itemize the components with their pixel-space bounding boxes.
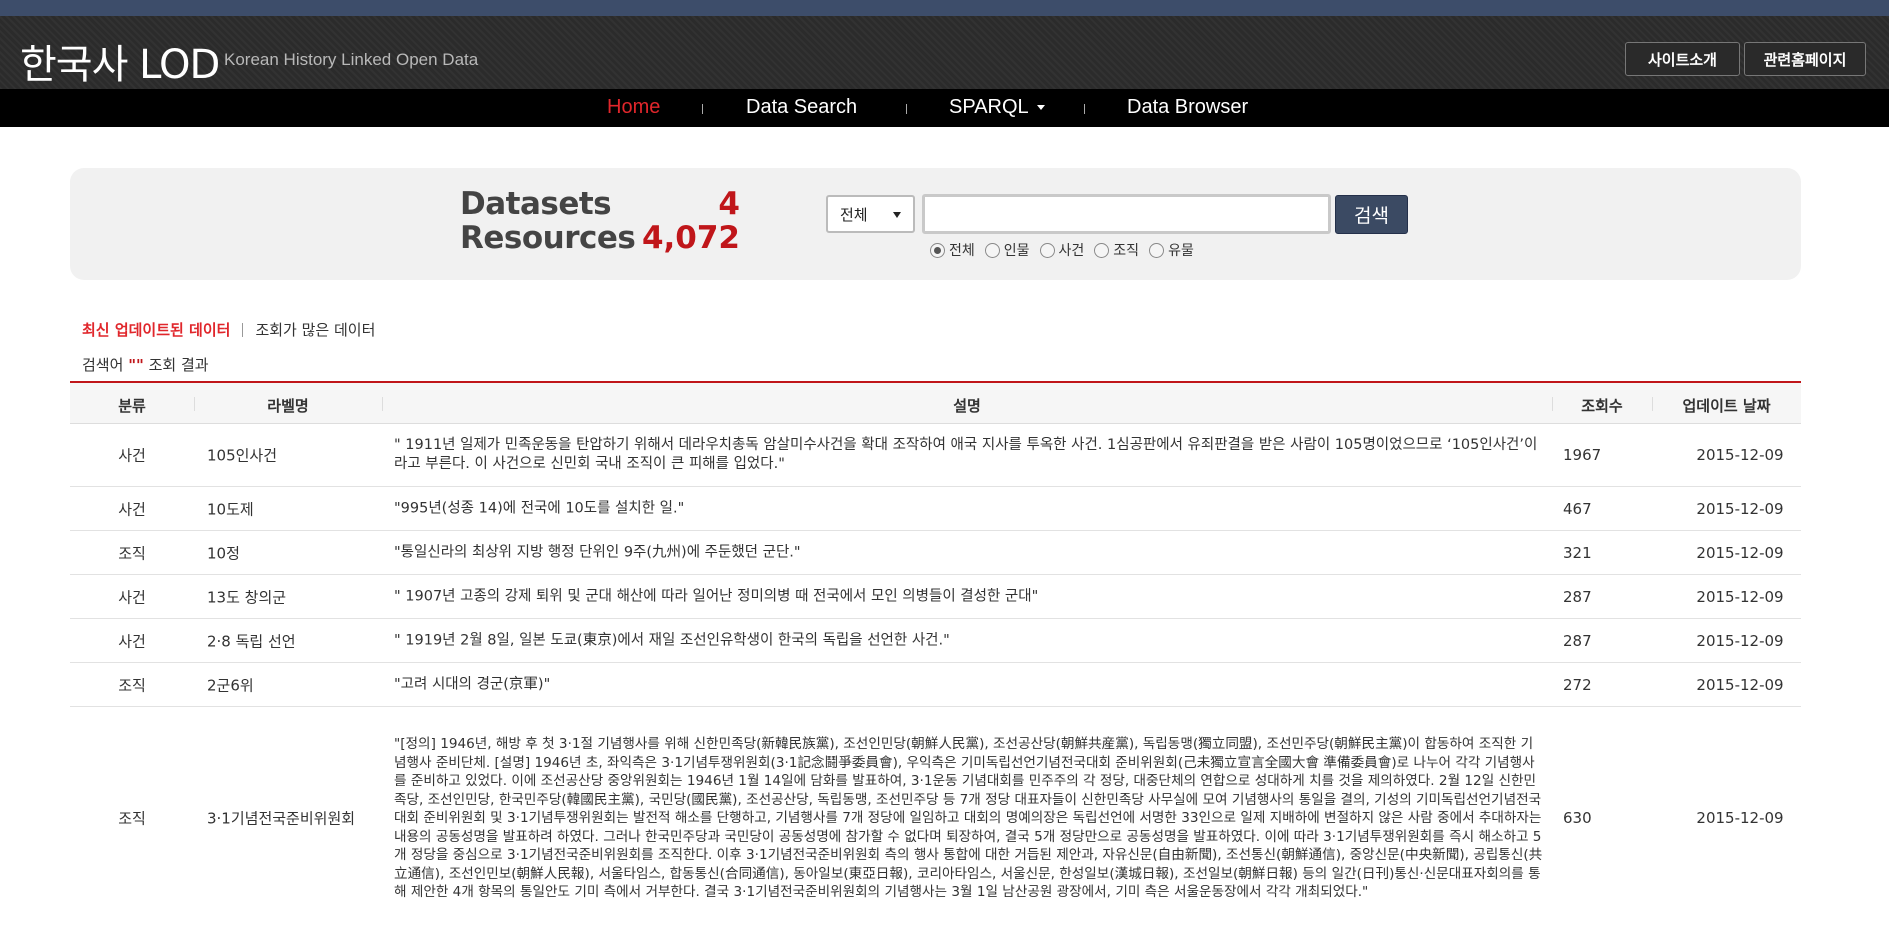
radio-all-label: 전체 bbox=[949, 243, 975, 259]
row-description: "고려 시대의 경군(京軍)" bbox=[394, 676, 551, 692]
radio-artifact[interactable]: 유물 bbox=[1149, 240, 1194, 260]
main-nav: Home Data Search SPARQL Data Browser bbox=[0, 89, 1889, 127]
row-date: 2015-12-09 bbox=[1696, 675, 1784, 694]
table-row[interactable]: 조직 2군6위 "고려 시대의 경군(京軍)" 272 2015-12-09 bbox=[70, 663, 1801, 707]
radio-icon bbox=[984, 242, 1000, 258]
search-type-radios: 전체 인물 사건 조직 유물 bbox=[930, 240, 1194, 260]
row-views: 272 bbox=[1563, 675, 1592, 694]
row-views: 287 bbox=[1563, 587, 1592, 606]
row-date: 2015-12-09 bbox=[1696, 543, 1784, 562]
search-category-select[interactable]: 전체 bbox=[826, 195, 915, 233]
table-row[interactable]: 조직 3·1기념전국준비위원회 "[정의] 1946년, 해방 후 첫 3·1절… bbox=[70, 707, 1801, 929]
row-date: 2015-12-09 bbox=[1696, 446, 1784, 464]
row-category: 조직 bbox=[118, 544, 146, 562]
table-row[interactable]: 사건 105인사건 " 1911년 일제가 민족운동을 탄압하기 위해서 데라우… bbox=[70, 424, 1801, 487]
radio-event[interactable]: 사건 bbox=[1039, 240, 1085, 260]
row-description: "[정의] 1946년, 해방 후 첫 3·1절 기념행사를 위해 신한민족당(… bbox=[394, 735, 1543, 900]
site-logo[interactable]: 한국사 LOD bbox=[20, 32, 220, 90]
tab-latest-updated[interactable]: 최신 업데이트된 데이터 bbox=[82, 319, 230, 340]
row-category: 사건 bbox=[118, 446, 146, 465]
row-category: 사건 bbox=[118, 500, 146, 518]
site-subtitle: Korean History Linked Open Data bbox=[224, 50, 479, 69]
table-row[interactable]: 사건 10도제 "995년(성종 14)에 전국에 10도를 설치한 일." 4… bbox=[70, 487, 1801, 531]
row-category: 사건 bbox=[118, 588, 146, 606]
datasets-count: 4 bbox=[718, 186, 740, 222]
row-description: " 1919년 2월 8일, 일본 도쿄(東京)에서 재일 조선인유학생이 한국… bbox=[394, 632, 950, 648]
row-label-link[interactable]: 10정 bbox=[207, 542, 240, 563]
row-category: 사건 bbox=[118, 632, 146, 650]
datasets-label: Datasets bbox=[460, 186, 612, 222]
site-header: 한국사 LOD Korean History Linked Open Data … bbox=[0, 16, 1889, 89]
nav-data-search[interactable]: Data Search bbox=[746, 96, 857, 119]
row-views: 1967 bbox=[1563, 446, 1602, 464]
radio-organization-label: 조직 bbox=[1113, 243, 1140, 259]
radio-icon bbox=[1094, 242, 1110, 258]
search-button[interactable]: 검색 bbox=[1335, 195, 1408, 234]
radio-icon bbox=[1039, 242, 1055, 258]
row-label-link[interactable]: 3·1기념전국준비위원회 bbox=[207, 808, 355, 829]
radio-person[interactable]: 인물 bbox=[984, 240, 1030, 260]
row-description: " 1907년 고종의 강제 퇴위 및 군대 해산에 따라 일어난 정미의병 때… bbox=[394, 588, 1039, 604]
search-input[interactable] bbox=[922, 194, 1331, 234]
row-views: 287 bbox=[1563, 631, 1592, 650]
search-result-summary: 검색어 "" 조회 결과 bbox=[82, 354, 209, 375]
tab-most-viewed[interactable]: 조회가 많은 데이터 bbox=[255, 319, 375, 340]
row-date: 2015-12-09 bbox=[1696, 631, 1784, 650]
about-site-button[interactable]: 사이트소개 bbox=[1625, 42, 1740, 76]
chevron-down-icon bbox=[1036, 105, 1045, 111]
result-prefix: 검색어 bbox=[82, 356, 124, 374]
radio-selected-icon bbox=[930, 242, 945, 258]
row-label-link[interactable]: 2군6위 bbox=[207, 674, 254, 695]
header-updated-date: 업데이트 날짜 bbox=[1682, 397, 1771, 415]
table-row[interactable]: 사건 2·8 독립 선언 " 1919년 2월 8일, 일본 도쿄(東京)에서 … bbox=[70, 619, 1801, 663]
row-label-link[interactable]: 105인사건 bbox=[207, 445, 277, 466]
radio-organization[interactable]: 조직 bbox=[1094, 240, 1139, 260]
row-date: 2015-12-09 bbox=[1696, 499, 1784, 518]
radio-icon bbox=[1149, 242, 1165, 258]
radio-person-label: 인물 bbox=[1003, 243, 1030, 259]
row-description: " 1911년 일제가 민족운동을 탄압하기 위해서 데라우치총독 암살미수사건… bbox=[394, 437, 1538, 472]
radio-all[interactable]: 전체 bbox=[930, 240, 975, 260]
nav-home[interactable]: Home bbox=[607, 96, 660, 119]
radio-event-label: 사건 bbox=[1058, 243, 1085, 259]
row-date: 2015-12-09 bbox=[1696, 809, 1784, 827]
nav-sparql[interactable]: SPARQL bbox=[949, 96, 1045, 119]
nav-data-browser[interactable]: Data Browser bbox=[1127, 96, 1248, 119]
header-views: 조회수 bbox=[1581, 397, 1623, 415]
row-views: 630 bbox=[1563, 809, 1592, 827]
row-views: 321 bbox=[1563, 543, 1592, 562]
related-sites-button[interactable]: 관련홈페이지 bbox=[1744, 42, 1866, 76]
header-category: 분류 bbox=[118, 397, 146, 415]
row-views: 467 bbox=[1563, 499, 1592, 518]
dropdown-arrow-icon bbox=[893, 212, 901, 218]
data-tabs: 최신 업데이트된 데이터 조회가 많은 데이터 bbox=[82, 319, 375, 340]
result-suffix: 조회 결과 bbox=[148, 356, 209, 374]
table-row[interactable]: 조직 10정 "통일신라의 최상위 지방 행정 단위인 9주(九州)에 주둔했던… bbox=[70, 531, 1801, 575]
results-table: 분류 라벨명 설명 조회수 업데이트 날짜 사건 105인사건 " 1911년 … bbox=[70, 381, 1801, 929]
table-row[interactable]: 사건 13도 창의군 " 1907년 고종의 강제 퇴위 및 군대 해산에 따라… bbox=[70, 575, 1801, 619]
row-category: 조직 bbox=[118, 809, 146, 828]
radio-artifact-label: 유물 bbox=[1168, 243, 1194, 259]
resources-count: 4,072 bbox=[641, 220, 740, 256]
nav-separator bbox=[1084, 104, 1085, 114]
tab-separator bbox=[242, 322, 244, 337]
header-description: 설명 bbox=[953, 397, 981, 415]
resources-label: Resources bbox=[460, 220, 636, 256]
row-category: 조직 bbox=[118, 676, 146, 694]
row-label-link[interactable]: 13도 창의군 bbox=[207, 586, 286, 607]
nav-separator bbox=[702, 104, 703, 114]
row-description: "통일신라의 최상위 지방 행정 단위인 9주(九州)에 주둔했던 군단." bbox=[394, 544, 801, 560]
top-strip bbox=[0, 0, 1889, 16]
row-label-link[interactable]: 10도제 bbox=[207, 498, 254, 519]
nav-sparql-label: SPARQL bbox=[949, 96, 1029, 118]
result-query: "" bbox=[128, 356, 144, 374]
row-date: 2015-12-09 bbox=[1696, 587, 1784, 606]
nav-separator bbox=[906, 104, 907, 114]
header-label: 라벨명 bbox=[267, 397, 309, 415]
table-header: 분류 라벨명 설명 조회수 업데이트 날짜 bbox=[70, 381, 1801, 424]
row-label-link[interactable]: 2·8 독립 선언 bbox=[207, 630, 296, 651]
row-description: "995년(성종 14)에 전국에 10도를 설치한 일." bbox=[394, 500, 685, 516]
search-category-value: 전체 bbox=[840, 206, 868, 224]
